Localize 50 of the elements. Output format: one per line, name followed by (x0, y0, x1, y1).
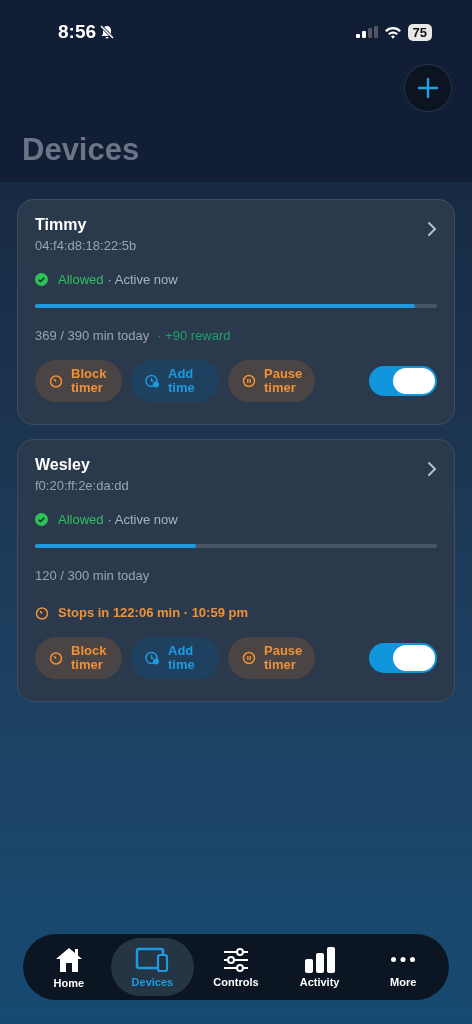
device-card[interactable]: Timmy 04:f4:d8:18:22:5b Allowed · Active now 369 / 390 min today · +90 reward Block timer Add time Pause timer (17, 199, 455, 425)
timer-icon (35, 605, 49, 620)
toggle-switch[interactable] (369, 366, 437, 396)
status-label: Allowed (58, 272, 104, 287)
timer-icon (49, 374, 63, 388)
reward-text: · +90 reward (157, 328, 231, 343)
device-card[interactable]: Wesley f0:20:ff:2e:da:dd Allowed · Active now 120 / 300 min today Stops in 122:06 min · 10:59 pm Block timer Add time Pause timer (17, 439, 455, 702)
pause-icon (242, 374, 256, 388)
bar-chart-icon (303, 946, 336, 973)
tab-item[interactable]: More (361, 938, 445, 996)
tab-item[interactable]: Home (27, 938, 111, 996)
toggle-switch[interactable] (369, 643, 437, 673)
chevron-icon[interactable] (427, 461, 437, 477)
action-button[interactable]: Pause timer (228, 637, 315, 679)
action-button[interactable]: Block timer (35, 360, 122, 402)
activity-label: · Active now (107, 272, 178, 287)
check-icon (35, 273, 48, 286)
tab-item[interactable]: Activity (277, 938, 362, 996)
tab-item[interactable]: Controls (194, 938, 278, 996)
wifi-icon (383, 25, 402, 39)
mac-address: 04:f4:d8:18:22:5b (35, 238, 137, 253)
more-icon (391, 956, 416, 962)
action-button[interactable]: Add time (131, 360, 219, 402)
timer-icon (49, 651, 63, 665)
timer-text: Stops in 122:06 min · 10:59 pm (58, 605, 248, 620)
muted-bell-icon (99, 24, 116, 40)
battery-level: 75 (407, 23, 432, 41)
status-time: 8:56 (58, 21, 97, 43)
status-label: Allowed (58, 512, 104, 527)
check-icon (35, 513, 48, 526)
device-name: Wesley (35, 456, 91, 474)
plus-icon (416, 76, 440, 100)
clock-plus-icon (145, 651, 160, 665)
add-button[interactable] (404, 64, 452, 112)
sliders-icon (221, 946, 251, 973)
chevron-icon[interactable] (427, 221, 437, 237)
mac-address: f0:20:ff:2e:da:dd (35, 478, 129, 493)
action-button[interactable]: Pause timer (228, 360, 315, 402)
device-name: Timmy (35, 216, 88, 234)
usage-text: 120 / 300 min today (35, 568, 150, 583)
activity-label: · Active now (107, 512, 178, 527)
action-button[interactable]: Add time (131, 637, 219, 679)
clock-plus-icon (145, 374, 160, 388)
page-title: Devices (22, 132, 141, 168)
action-button[interactable]: Block timer (35, 637, 122, 679)
pause-icon (242, 651, 256, 665)
signal-icon (355, 26, 378, 38)
devices-icon (135, 946, 170, 973)
usage-text: 369 / 390 min today (35, 328, 150, 343)
tab-item[interactable]: Devices (110, 938, 195, 996)
